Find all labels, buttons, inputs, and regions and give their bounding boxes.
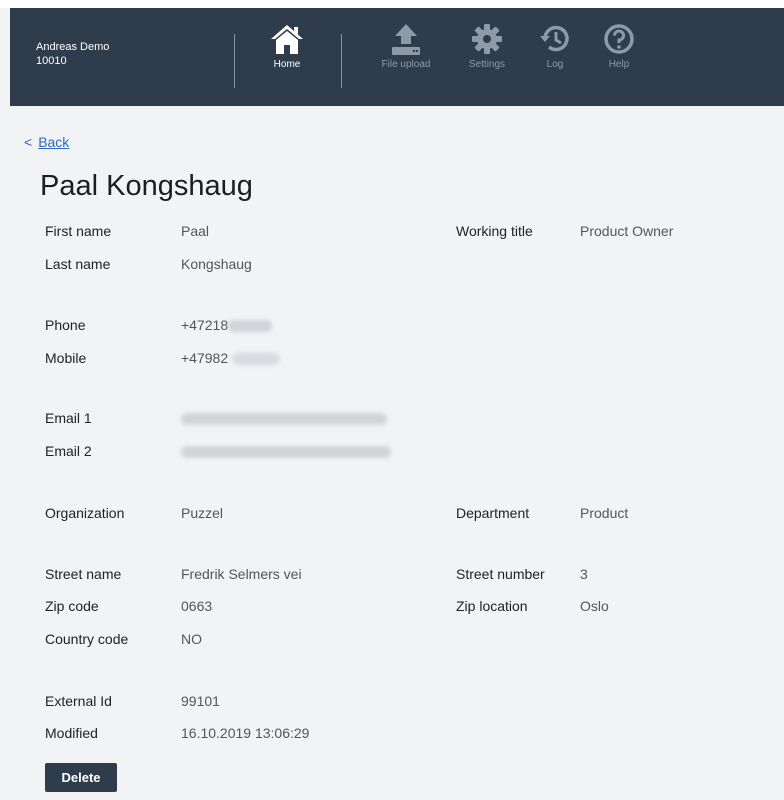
external-id-label: External Id [45,693,112,709]
nav-log[interactable]: Log [535,22,575,70]
nav-home-label: Home [273,59,301,70]
back-arrow: < [24,134,33,150]
zip-code-label: Zip code [45,598,99,614]
last-name-value: Kongshaug [181,256,252,272]
phone-value: +47218 [181,317,273,333]
phone-label: Phone [45,317,86,333]
street-number-value: 3 [580,566,588,582]
external-id-value: 99101 [181,693,220,709]
mobile-visible-digits: +47982 [181,350,229,366]
email2-label: Email 2 [45,443,92,459]
email1-redacted [181,413,387,426]
street-name-label: Street name [45,566,122,582]
department-value: Product [580,505,629,521]
nav-home[interactable]: Home [266,22,308,70]
email2-redacted [181,446,391,459]
first-name-value: Paal [181,223,210,239]
last-name-label: Last name [45,256,111,272]
zip-code-value: 0663 [181,598,213,614]
user-id: 10010 [36,55,67,67]
top-strip [0,0,784,8]
nav-file-upload-label: File upload [381,59,431,70]
phone-redacted [228,320,273,333]
phone-visible-digits: +47218 [181,317,229,333]
nav-file-upload[interactable]: File upload [372,22,440,70]
delete-button[interactable]: Delete [45,763,117,792]
email2-value [181,443,391,459]
user-info: Andreas Demo 10010 [36,40,109,68]
user-name: Andreas Demo [36,41,110,53]
back-link[interactable]: < Back [24,134,69,150]
nav-settings[interactable]: Settings [462,22,512,70]
nav-help[interactable]: Help [599,22,639,70]
first-name-label: First name [45,223,112,239]
modified-label: Modified [45,725,98,741]
modified-value: 16.10.2019 13:06:29 [181,725,310,741]
zip-location-label: Zip location [456,598,528,614]
country-code-label: Country code [45,631,129,647]
contact-name-title: Paal Kongshaug [40,170,253,202]
home-icon [271,25,303,54]
back-text: Back [38,134,70,150]
nav-separator [341,34,342,88]
zip-location-value: Oslo [580,598,609,614]
gear-icon [472,24,502,54]
street-name-value: Fredrik Selmers vei [181,566,302,582]
nav-help-label: Help [608,59,630,70]
nav-settings-label: Settings [468,59,506,70]
mobile-redacted [232,353,281,366]
street-number-label: Street number [456,566,545,582]
mobile-label: Mobile [45,350,87,366]
nav-separator [234,34,235,88]
help-icon [604,24,634,54]
nav-log-label: Log [546,59,564,70]
history-icon [540,25,569,52]
organization-value: Puzzel [181,505,224,521]
email1-value [181,410,387,426]
working-title-label: Working title [456,223,533,239]
upload-icon [392,24,420,55]
email1-label: Email 1 [45,410,92,426]
app-header: Andreas Demo 10010 Home File upload Sett… [10,8,784,106]
working-title-value: Product Owner [580,223,674,239]
country-code-value: NO [181,631,202,647]
organization-label: Organization [45,505,125,521]
mobile-value: +47982 [181,350,281,366]
department-label: Department [456,505,530,521]
